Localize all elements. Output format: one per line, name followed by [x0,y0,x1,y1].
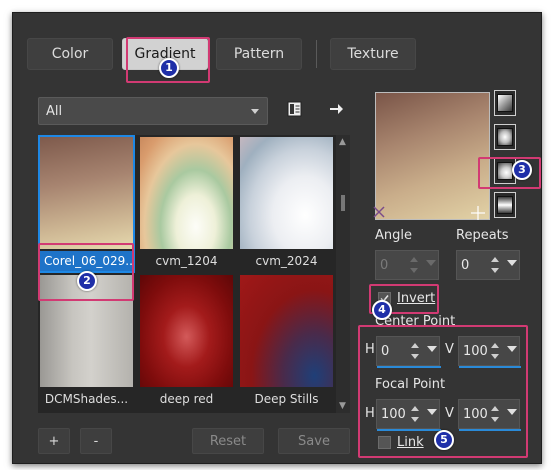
annotation-badge: 2 [77,271,97,291]
swatch-item[interactable]: cvm_1204 [140,137,233,271]
angle-value: 0 [380,257,389,273]
tab-texture[interactable]: Texture [330,38,416,70]
decrement-icon[interactable] [491,354,499,359]
decrement-icon[interactable] [411,417,419,422]
focal-h-label: H [365,406,375,421]
focal-v-value: 100 [463,406,488,422]
category-dropdown[interactable]: All [38,97,268,125]
linear-gradient-type-button[interactable] [494,90,516,116]
swatch-thumbnail [40,137,133,249]
swatch-thumbnail [140,137,233,249]
swatch-item[interactable]: Deep Stills [240,275,333,409]
save-button[interactable]: Save [278,428,350,454]
swatch-thumbnail [240,275,333,387]
tab-pattern[interactable]: Pattern [216,38,302,70]
repeats-label: Repeats [456,228,509,243]
sunburst-gradient-icon [497,162,513,180]
swatch-item[interactable]: Corel_06_029... [38,135,135,273]
scroll-up-icon[interactable]: ▲ [339,137,346,147]
repeats-value: 0 [461,257,470,273]
center-v-spinner[interactable]: 100 [458,336,521,368]
swatch-item[interactable]: cvm_2024 [240,137,333,271]
focal-h-underline [377,429,441,431]
increment-icon[interactable] [491,406,499,411]
annotation-badge: 1 [159,58,179,78]
add-button[interactable]: + [38,428,70,454]
increment-icon[interactable] [411,406,419,411]
tab-separator [316,40,317,68]
swatch-label: deep red [159,392,214,406]
increment-icon[interactable] [410,257,418,262]
center-v-value: 100 [463,343,488,359]
increment-icon[interactable] [491,343,499,348]
invert-label[interactable]: Invert [397,291,435,306]
center-h-value: 0 [381,343,390,359]
focal-h-spinner[interactable]: 100 [376,399,441,431]
chevron-down-icon[interactable] [427,346,437,352]
chevron-down-icon [251,109,259,114]
swatch-scrollbar[interactable]: ▲ ▼ [336,135,350,413]
swatch-label: Corel_06_029... [40,251,133,271]
link-checkbox[interactable] [378,436,391,449]
swatch-label: cvm_1204 [155,254,218,268]
swatch-thumbnail [240,137,333,249]
reset-button[interactable]: Reset [192,428,264,454]
increment-icon[interactable] [491,257,499,262]
center-v-label: V [445,342,454,357]
focal-v-label: V [445,406,454,421]
decrement-icon[interactable] [491,417,499,422]
angle-spinner[interactable]: 0 [375,250,439,280]
center-h-underline [377,366,441,368]
remove-button[interactable]: - [80,428,112,454]
link-label[interactable]: Link [397,435,424,450]
swatch-label: DCMShades... [44,392,129,406]
decrement-icon[interactable] [410,268,418,273]
increment-icon[interactable] [411,343,419,348]
center-h-spinner[interactable]: 0 [376,336,441,368]
decrement-icon[interactable] [491,268,499,273]
swatch-item[interactable]: deep red [140,275,233,409]
angle-label: Angle [375,228,412,243]
start-point-marker[interactable] [373,206,385,218]
arrow-right-icon[interactable] [328,102,344,116]
chevron-down-icon[interactable] [507,260,517,266]
linear-gradient-icon [497,94,513,112]
chevron-down-icon[interactable] [507,409,517,415]
radial-gradient-type-button[interactable] [494,192,516,218]
category-dropdown-value: All [46,103,63,119]
chevron-down-icon[interactable] [507,346,517,352]
scrollbar-thumb[interactable] [341,195,345,211]
annotation-badge: 3 [512,160,532,180]
center-v-underline [459,366,521,368]
focal-v-spinner[interactable]: 100 [458,399,521,431]
annotation-badge: 4 [372,300,392,320]
rectangular-gradient-icon [497,128,513,146]
tab-color[interactable]: Color [27,38,113,70]
swatch-label: Deep Stills [254,392,319,406]
swatch-thumbnail [140,275,233,387]
decrement-icon[interactable] [411,354,419,359]
chevron-down-icon[interactable] [427,409,437,415]
swatch-label: cvm_2024 [255,254,318,268]
focal-h-value: 100 [381,406,406,422]
library-icon[interactable] [287,100,303,118]
swatch-item[interactable]: DCMShades... [40,275,133,409]
gradient-preview[interactable] [375,92,490,220]
center-h-label: H [365,342,375,357]
scroll-down-icon[interactable]: ▼ [339,401,346,411]
radial-gradient-icon [497,196,513,214]
focal-point-label: Focal Point [375,377,446,392]
swatch-thumbnail [40,275,133,387]
focal-v-underline [459,429,521,431]
rectangular-gradient-type-button[interactable] [494,124,516,150]
end-point-marker[interactable] [471,206,485,220]
chevron-down-icon[interactable] [426,260,436,266]
annotation-badge: 5 [434,430,454,450]
repeats-spinner[interactable]: 0 [456,250,520,280]
